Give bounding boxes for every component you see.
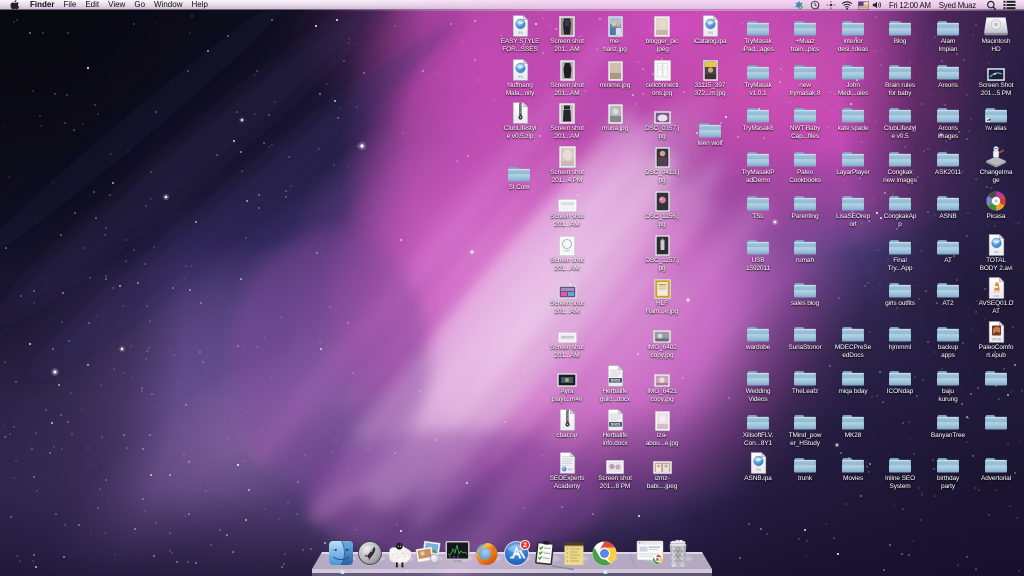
svg-text:avi: avi	[994, 250, 999, 254]
svg-text:DOCX: DOCX	[610, 379, 620, 383]
svg-text:DOCX: DOCX	[610, 423, 620, 427]
svg-text:IPA: IPA	[517, 75, 523, 79]
svg-text:EPUB: EPUB	[992, 337, 1001, 341]
svg-text:IPA: IPA	[707, 31, 713, 35]
svg-text:2: 2	[523, 542, 527, 549]
svg-text:IPA: IPA	[517, 31, 523, 35]
svg-text:RTF: RTF	[568, 467, 573, 471]
svg-text:DVD: DVD	[993, 294, 999, 298]
svg-text:IPA: IPA	[755, 468, 761, 472]
